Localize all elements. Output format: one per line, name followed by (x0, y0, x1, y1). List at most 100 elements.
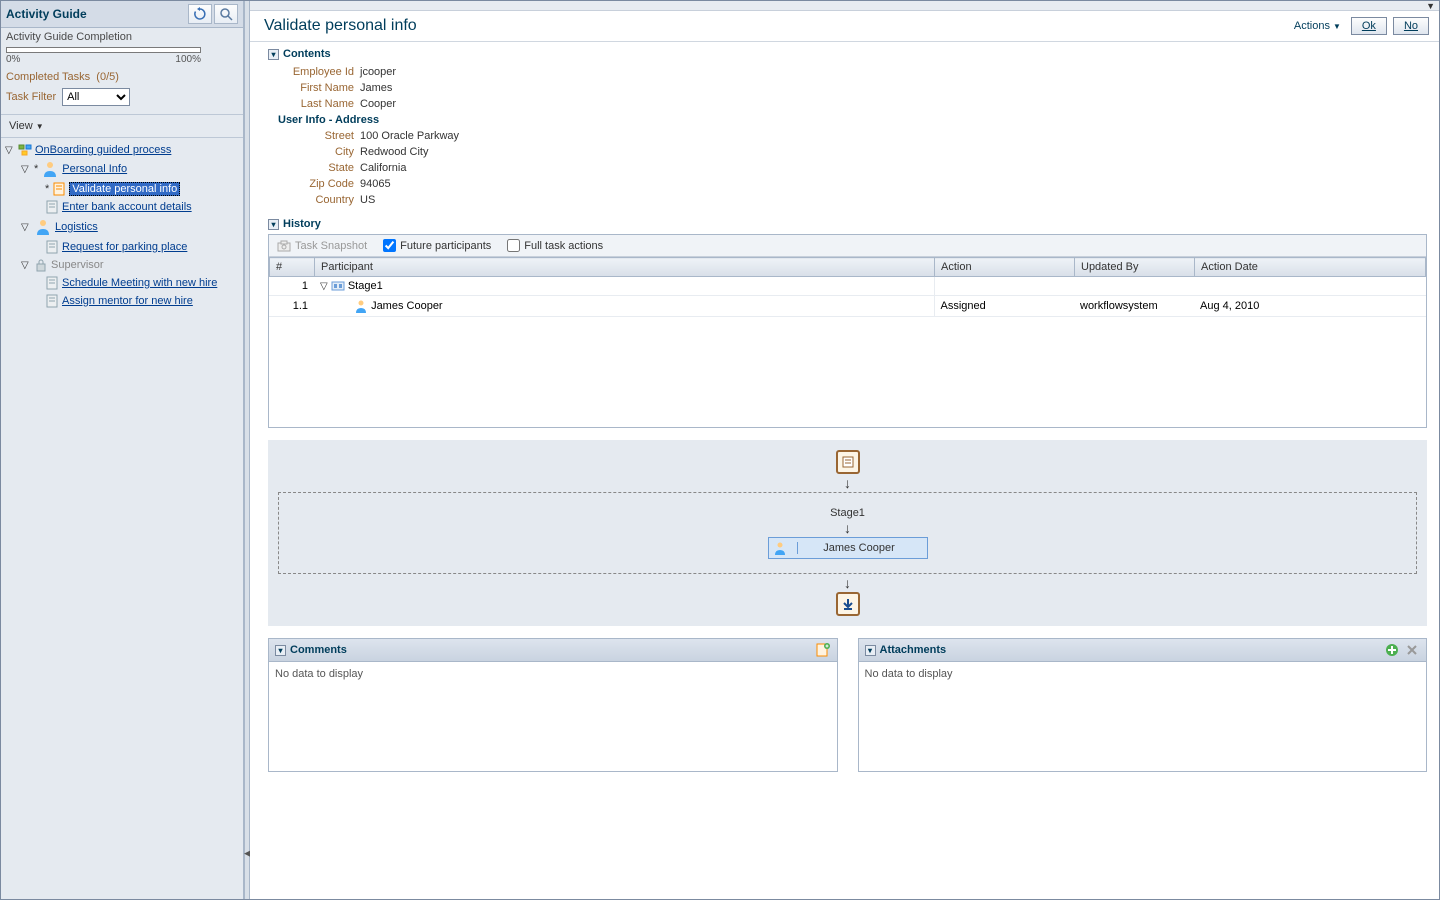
search-button[interactable] (214, 4, 238, 24)
tree-validate-personal-info[interactable]: * Validate personal info (5, 180, 239, 198)
last-name-value: Cooper (360, 96, 396, 112)
col-num[interactable]: # (270, 258, 315, 277)
end-icon[interactable] (836, 592, 860, 616)
delete-icon (1405, 643, 1419, 657)
city-value: Redwood City (360, 144, 428, 160)
start-icon[interactable] (836, 450, 860, 474)
add-icon (1385, 643, 1399, 657)
attachments-panel: ▾ Attachments No da (858, 638, 1428, 772)
table-row[interactable]: 1 ▽ Stage1 (269, 277, 1426, 296)
collapse-icon[interactable]: ▽ (320, 281, 328, 292)
no-button[interactable]: No (1393, 17, 1429, 35)
stage-label: Stage1 (830, 507, 865, 519)
page-title: Validate personal info (264, 17, 417, 35)
person-icon (41, 160, 59, 178)
disclosure-icon[interactable]: ▾ (865, 645, 876, 656)
tree-parking[interactable]: Request for parking place (5, 238, 239, 256)
refresh-icon (193, 7, 207, 21)
attachments-header[interactable]: ▾ Attachments (865, 644, 947, 656)
comments-panel: ▾ Comments No data to display (268, 638, 838, 772)
dropdown-arrow-icon[interactable]: ▼ (1426, 1, 1435, 11)
employee-id-label: Employee Id (280, 64, 360, 80)
disclosure-icon[interactable]: ▾ (268, 219, 279, 230)
participant-box[interactable]: James Cooper (768, 537, 928, 559)
arrow-down-icon: ↓ (844, 523, 851, 533)
tree-assign-mentor[interactable]: Assign mentor for new hire (5, 292, 239, 310)
task-icon (45, 200, 59, 214)
full-task-actions-checkbox[interactable]: Full task actions (507, 239, 603, 252)
completion-section: Activity Guide Completion 0% 100% Comple… (1, 28, 243, 115)
collapse-icon[interactable]: ▽ (21, 260, 31, 271)
zip-value: 94065 (360, 176, 391, 192)
col-participant[interactable]: Participant (315, 258, 935, 277)
collapse-icon[interactable]: ▽ (21, 222, 31, 233)
delete-attachment-button[interactable] (1404, 642, 1420, 658)
view-menu[interactable]: View ▼ (9, 120, 44, 132)
col-updated-by[interactable]: Updated By (1075, 258, 1195, 277)
ok-button[interactable]: Ok (1351, 17, 1387, 35)
person-icon (354, 299, 368, 313)
add-comment-icon (816, 643, 830, 657)
progress-max: 100% (175, 54, 201, 65)
tree-schedule-meeting[interactable]: Schedule Meeting with new hire (5, 274, 239, 292)
future-participants-checkbox[interactable]: Future participants (383, 239, 491, 252)
disclosure-icon[interactable]: ▾ (275, 645, 286, 656)
comments-header[interactable]: ▾ Comments (275, 644, 347, 656)
state-label: State (280, 160, 360, 176)
contents-section: ▾ Contents Employee Idjcooper First Name… (268, 48, 1427, 208)
add-attachment-button[interactable] (1384, 642, 1400, 658)
top-scroll-strip: ▼ (250, 1, 1439, 11)
history-table: # Participant Action Updated By Action D… (269, 257, 1426, 277)
disclosure-icon[interactable]: ▾ (268, 49, 279, 60)
history-panel: Task Snapshot Future participants Full t… (268, 234, 1427, 428)
progress-bar (6, 47, 201, 53)
asterisk-icon: * (45, 183, 49, 195)
collapse-icon[interactable]: ▽ (21, 164, 31, 175)
completion-label: Activity Guide Completion (6, 31, 238, 43)
comments-body: No data to display (268, 662, 838, 772)
completed-tasks: Completed Tasks (0/5) (6, 71, 238, 83)
main-content: ▼ Validate personal info Actions ▼ Ok No… (250, 1, 1439, 899)
contents-header[interactable]: ▾ Contents (268, 48, 1427, 60)
tree-root[interactable]: ▽ OnBoarding guided process (5, 142, 239, 158)
search-icon (219, 7, 233, 21)
add-comment-button[interactable] (815, 642, 831, 658)
task-icon (52, 182, 66, 196)
stage-container: Stage1 ↓ James Cooper (278, 492, 1417, 574)
first-name-value: James (360, 80, 392, 96)
sidebar-title: Activity Guide (6, 7, 87, 21)
person-icon (34, 218, 52, 236)
sidebar-header: Activity Guide (1, 1, 243, 28)
street-value: 100 Oracle Parkway (360, 128, 459, 144)
task-icon (45, 276, 59, 290)
asterisk-icon: * (34, 163, 38, 175)
col-action-date[interactable]: Action Date (1195, 258, 1426, 277)
attachments-body: No data to display (858, 662, 1428, 772)
activity-guide-sidebar: Activity Guide Activity Guide Completion… (1, 1, 244, 899)
tree-personal-info[interactable]: ▽ * Personal Info (5, 158, 239, 180)
process-icon (18, 144, 32, 156)
user-info-heading: User Info - Address (278, 114, 1427, 126)
state-value: California (360, 160, 406, 176)
table-row[interactable]: 1.1 James Cooper Assigned workflowsystem… (269, 296, 1426, 317)
process-tree: ▽ OnBoarding guided process ▽ * Personal… (1, 138, 243, 899)
history-header[interactable]: ▾ History (268, 218, 1427, 230)
snapshot-icon (277, 240, 291, 252)
task-icon (45, 240, 59, 254)
col-action[interactable]: Action (935, 258, 1075, 277)
person-icon (773, 541, 787, 555)
tree-logistics[interactable]: ▽ Logistics (5, 216, 239, 238)
actions-menu[interactable]: Actions ▼ (1290, 18, 1345, 34)
task-filter-label: Task Filter (6, 91, 56, 103)
first-name-label: First Name (280, 80, 360, 96)
tree-enter-bank[interactable]: Enter bank account details (5, 198, 239, 216)
last-name-label: Last Name (280, 96, 360, 112)
employee-id-value: jcooper (360, 64, 396, 80)
tree-supervisor[interactable]: ▽ Supervisor (5, 256, 239, 274)
collapse-icon[interactable]: ▽ (5, 145, 15, 156)
refresh-button[interactable] (188, 4, 212, 24)
country-value: US (360, 192, 375, 208)
progress-min: 0% (6, 54, 20, 65)
task-snapshot-link[interactable]: Task Snapshot (277, 240, 367, 252)
task-filter-select[interactable]: All (62, 88, 130, 106)
